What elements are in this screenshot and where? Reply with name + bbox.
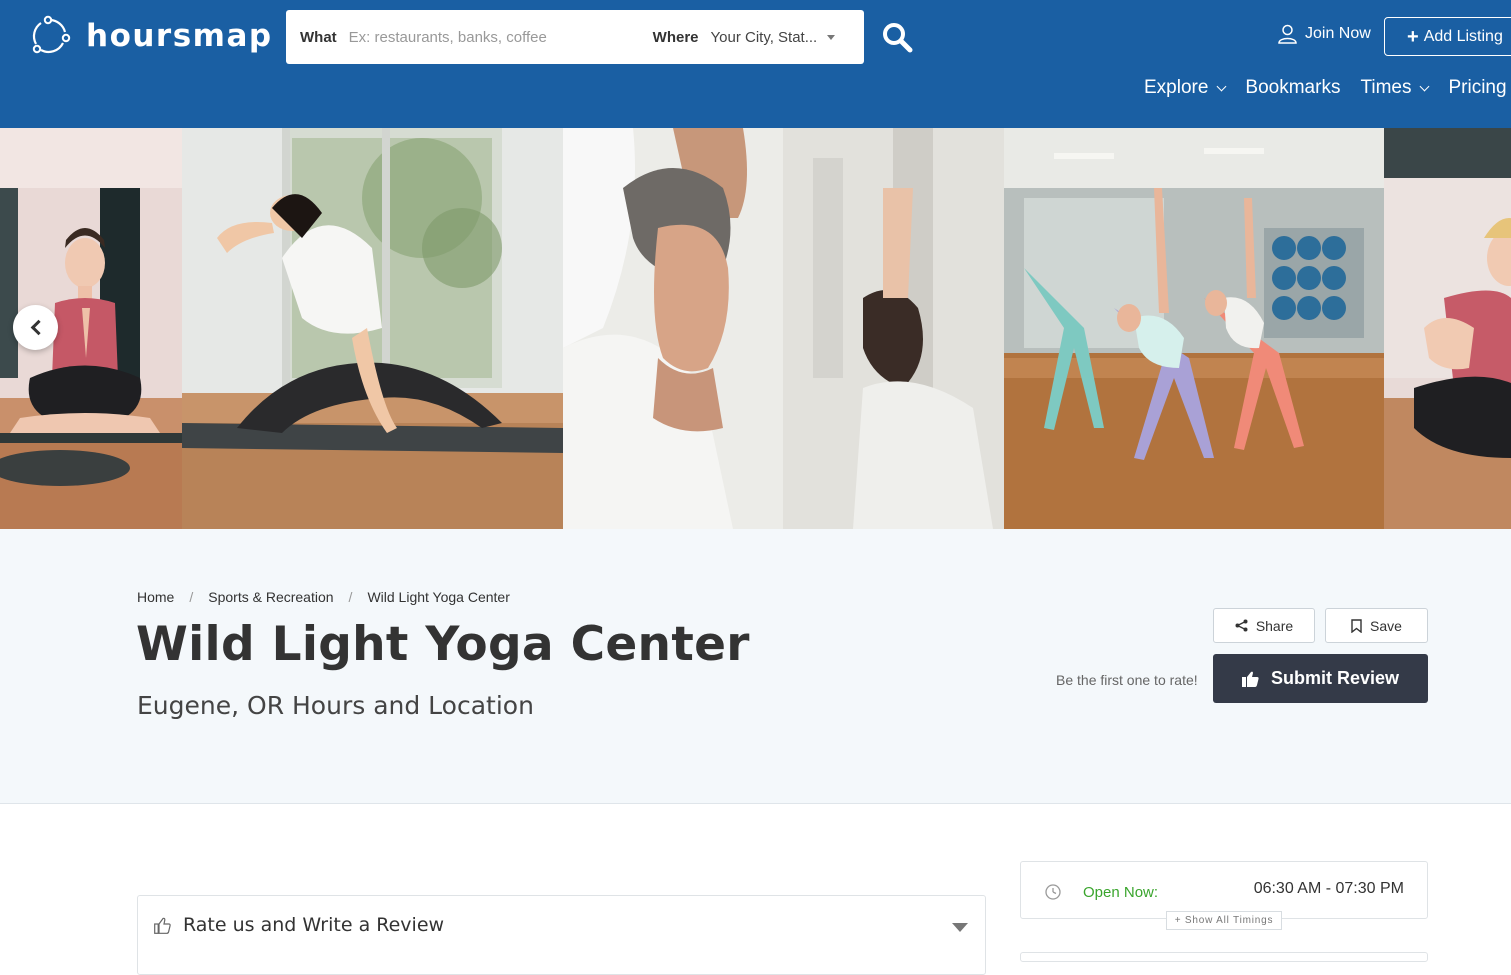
search-button[interactable] <box>880 20 914 54</box>
share-icon <box>1235 619 1248 632</box>
save-label: Save <box>1370 617 1402 634</box>
review-panel-title: Rate us and Write a Review <box>183 914 445 936</box>
add-listing-label: Add Listing <box>1423 27 1503 45</box>
nav-item-bookmarks[interactable]: Bookmarks <box>1245 77 1340 99</box>
gallery-photo[interactable] <box>563 128 1004 529</box>
nav-item-times[interactable]: Times <box>1360 77 1430 99</box>
listing-header: Home / Sports & Recreation / Wild Light … <box>0 529 1511 804</box>
rate-prompt: Be the first one to rate! <box>1056 672 1198 688</box>
caret-down-icon[interactable] <box>826 34 835 40</box>
what-label: What <box>300 28 337 46</box>
breadcrumb-separator: / <box>348 589 353 605</box>
submit-review-button[interactable]: Submit Review <box>1213 654 1428 703</box>
where-select[interactable]: Your City, Stat... <box>711 29 819 46</box>
add-listing-button[interactable]: + Add Listing <box>1384 17 1511 56</box>
next-panel <box>1020 952 1428 962</box>
breadcrumb: Home / Sports & Recreation / Wild Light … <box>137 589 510 605</box>
gallery-photo[interactable] <box>1384 128 1511 529</box>
photo-gallery[interactable] <box>0 128 1511 529</box>
thumbs-up-icon <box>154 917 171 934</box>
nav-item-explore[interactable]: Explore <box>1144 77 1227 99</box>
search-icon <box>883 23 913 53</box>
breadcrumb-separator: / <box>189 589 194 605</box>
caret-down-icon[interactable] <box>952 923 968 932</box>
logo-icon <box>32 15 71 54</box>
save-button[interactable]: Save <box>1325 608 1428 643</box>
site-header: hoursmap What Where Your City, Stat... J… <box>0 0 1511 128</box>
plus-icon: + <box>1407 25 1419 48</box>
chevron-down-icon <box>1420 81 1430 91</box>
open-status: Open Now: <box>1083 884 1159 901</box>
what-input[interactable] <box>348 28 639 46</box>
breadcrumb-home[interactable]: Home <box>137 589 174 605</box>
where-label: Where <box>652 28 699 46</box>
user-icon <box>1278 24 1297 44</box>
logo[interactable]: hoursmap <box>28 14 273 58</box>
main-nav: Explore Bookmarks Times Pricing <box>1144 77 1511 99</box>
share-label: Share <box>1255 617 1294 634</box>
nav-label: Explore <box>1144 77 1209 98</box>
review-panel-header[interactable]: Rate us and Write a Review <box>154 914 444 936</box>
join-now-label: Join Now <box>1305 25 1371 42</box>
breadcrumb-category[interactable]: Sports & Recreation <box>208 589 333 605</box>
thumbs-up-icon <box>1241 671 1259 687</box>
gallery-prev-button[interactable] <box>13 305 58 350</box>
nav-label: Times <box>1360 77 1412 98</box>
clock-icon <box>1045 884 1061 900</box>
show-all-timings-button[interactable]: + Show All Timings <box>1166 911 1282 930</box>
chevron-down-icon <box>1216 81 1227 91</box>
gallery-photo[interactable] <box>1004 128 1384 529</box>
submit-review-label: Submit Review <box>1270 668 1400 688</box>
share-button[interactable]: Share <box>1213 608 1315 643</box>
page-title: Wild Light Yoga Center <box>136 617 750 672</box>
breadcrumb-current: Wild Light Yoga Center <box>367 589 510 605</box>
nav-label: Bookmarks <box>1245 77 1341 98</box>
review-panel[interactable]: Rate us and Write a Review <box>137 895 986 975</box>
join-now-link[interactable]: Join Now <box>1278 24 1371 44</box>
page-subtitle: Eugene, OR Hours and Location <box>137 691 534 720</box>
hours-time-range: 06:30 AM - 07:30 PM <box>1253 880 1404 897</box>
nav-item-pricing[interactable]: Pricing <box>1448 77 1506 99</box>
nav-label: Pricing <box>1448 77 1507 98</box>
bookmark-icon <box>1351 618 1362 633</box>
logo-text: hoursmap <box>86 18 273 54</box>
search-bar: What Where Your City, Stat... <box>286 10 864 64</box>
chevron-left-icon <box>30 319 46 336</box>
gallery-photo[interactable] <box>182 128 563 529</box>
